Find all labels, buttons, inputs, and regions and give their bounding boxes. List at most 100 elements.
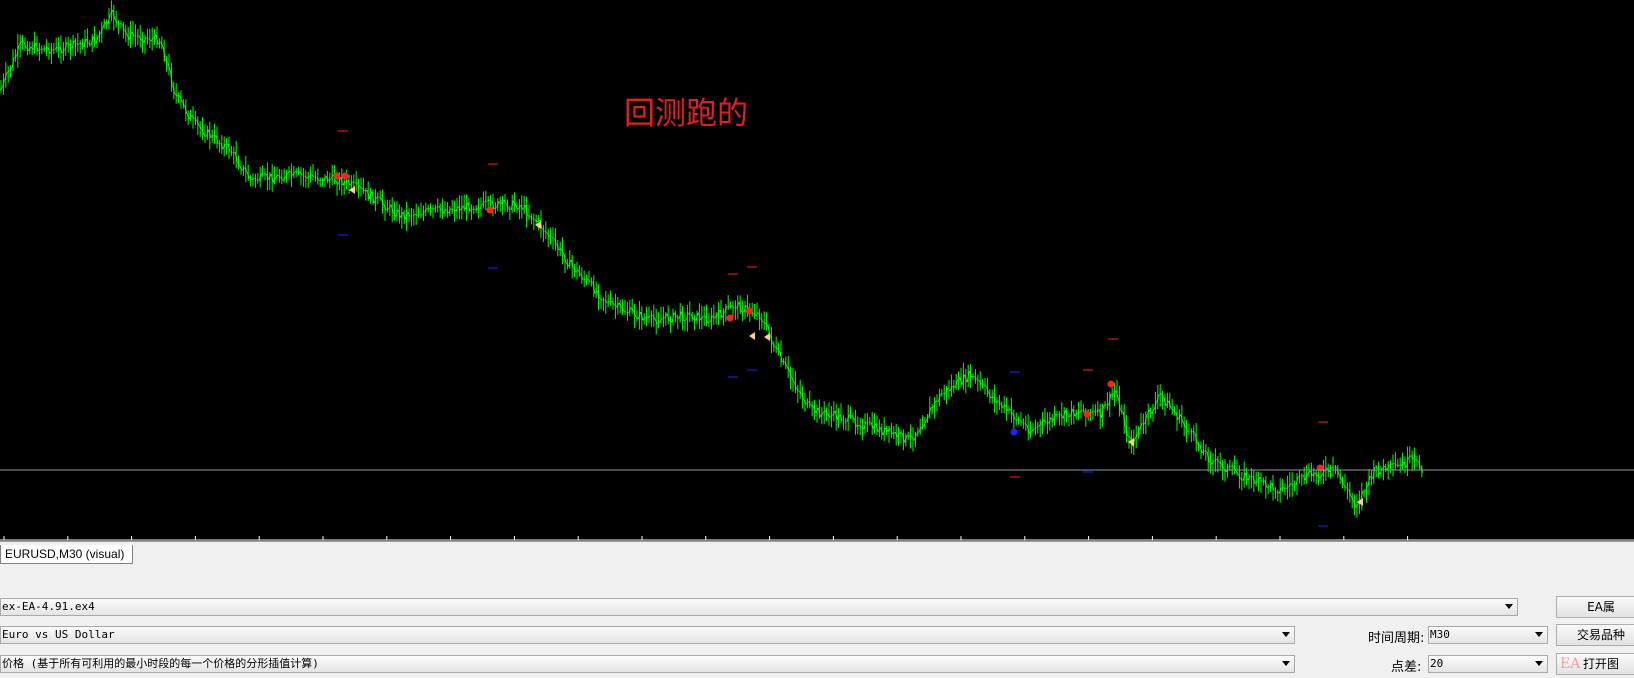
candle-body <box>213 134 216 137</box>
candle-body <box>1125 425 1128 437</box>
candle-body <box>822 410 826 414</box>
candle-body <box>1074 412 1078 417</box>
candle-body <box>1355 503 1359 508</box>
candle-body <box>604 299 608 303</box>
candle-body <box>1413 458 1416 461</box>
candle-body <box>362 187 365 192</box>
expert-properties-button[interactable]: EA属 <box>1556 596 1634 618</box>
candle-body <box>506 203 509 209</box>
candle-body <box>30 46 34 50</box>
candle-body <box>549 236 552 238</box>
candle-body <box>1034 426 1037 430</box>
candle-body <box>1067 414 1071 418</box>
candle-body <box>1007 408 1011 412</box>
tab-eurusd-m30[interactable]: EURUSD,M30 (visual) <box>0 545 134 564</box>
period-select[interactable]: M30 <box>1428 626 1548 644</box>
expert-select[interactable]: ex-EA-4.91.ex4 <box>0 598 1518 616</box>
candle-body <box>760 318 764 322</box>
candle-body <box>1182 421 1186 427</box>
candle-body <box>446 209 449 214</box>
candle-body <box>1062 410 1066 419</box>
candle-body <box>208 129 212 138</box>
candle-body <box>717 309 720 316</box>
candle-body <box>887 428 891 432</box>
candle-body <box>870 422 874 429</box>
candle-body <box>405 212 408 220</box>
candle-body <box>93 36 96 44</box>
candle-body <box>1343 485 1347 488</box>
candle-body <box>1005 404 1008 411</box>
candle-body <box>1118 397 1121 411</box>
candle-body <box>1041 419 1044 423</box>
candle-body <box>861 427 864 430</box>
candle-body <box>186 113 190 119</box>
candle-body <box>993 396 996 403</box>
candle-body <box>431 207 435 210</box>
symbol-select[interactable]: Euro vs US Dollar <box>0 626 1295 644</box>
candle-body <box>71 40 75 49</box>
buy-marker <box>341 172 349 180</box>
candle-body <box>1166 400 1169 406</box>
candle-body <box>393 212 396 217</box>
candle-body <box>18 40 22 46</box>
candle-body <box>189 115 192 120</box>
candle-body <box>664 313 668 319</box>
candle-body <box>568 259 572 267</box>
tester-settings-panel: ex-EA-4.91.ex4 EA属 Euro vs US Dollar 时间周… <box>0 583 1634 678</box>
candle-body <box>290 170 293 176</box>
candle-body <box>400 212 404 218</box>
candle-body <box>374 196 377 204</box>
candle-body <box>772 343 776 348</box>
candle-body <box>90 36 94 45</box>
candle-body <box>69 43 72 49</box>
candle-body <box>633 310 636 317</box>
chevron-down-icon <box>1535 661 1543 666</box>
candle-body <box>1019 419 1023 423</box>
candle-body <box>902 432 905 443</box>
candle-body <box>1178 414 1181 420</box>
candle-body <box>254 177 257 181</box>
spread-label: 点差: <box>1391 660 1422 675</box>
candle-body <box>966 371 970 383</box>
candle-body <box>1255 481 1258 484</box>
candle-body <box>1391 462 1395 465</box>
candle-body <box>827 413 831 418</box>
candle-body <box>398 209 401 218</box>
candle-body <box>544 230 547 234</box>
candle-body <box>1199 445 1203 454</box>
candle-body <box>424 208 428 213</box>
candle-body <box>518 204 521 210</box>
candle-body <box>422 211 425 216</box>
candle-body <box>900 431 902 434</box>
candle-body <box>599 298 603 301</box>
spread-select[interactable]: 20 <box>1428 655 1548 673</box>
symbol-properties-button[interactable]: 交易品种 <box>1556 624 1634 646</box>
chart-area[interactable]: 0 Mar 13:3030 Mar 21:3031 Mar 05:3031 Ma… <box>0 0 1634 541</box>
candle-body <box>314 176 317 179</box>
candle-body <box>395 209 399 217</box>
candle-body <box>894 431 898 437</box>
model-select[interactable]: 价格 (基于所有可利用的最小时段的每一个价格的分形插值计算) <box>0 655 1295 673</box>
candle-body <box>1238 473 1241 480</box>
candle-body <box>618 302 622 307</box>
candle-body <box>928 407 932 417</box>
candle-body <box>330 174 334 180</box>
candle-body <box>287 170 291 174</box>
candle-body <box>645 316 648 319</box>
candle-body <box>379 196 382 200</box>
candle-body <box>1242 472 1246 481</box>
candle-body <box>1122 411 1126 426</box>
candle-body <box>227 143 231 152</box>
candle-body <box>926 416 929 422</box>
candle-body <box>978 380 982 385</box>
candle-body <box>256 179 259 182</box>
candle-body <box>201 128 204 135</box>
candle-body <box>88 43 91 46</box>
candle-body <box>434 206 437 210</box>
candle-body <box>67 42 70 45</box>
candle-body <box>513 200 516 206</box>
candle-body <box>585 278 588 281</box>
candle-body <box>530 215 533 220</box>
candle-body <box>1127 435 1131 438</box>
candle-body <box>153 34 156 39</box>
